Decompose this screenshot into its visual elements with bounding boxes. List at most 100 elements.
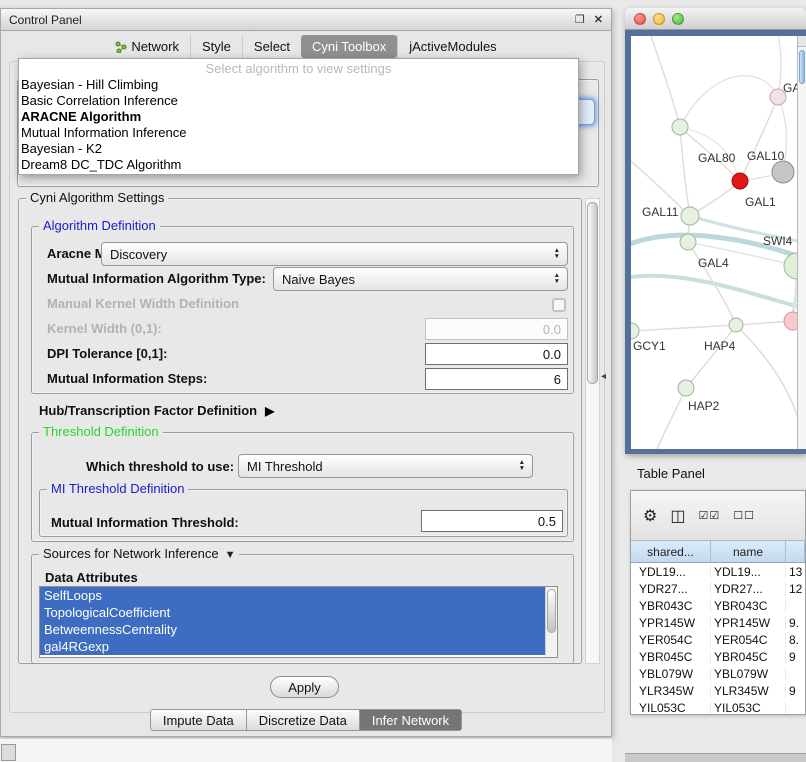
graph-node-label: GAL [783, 81, 797, 95]
graph-edge [631, 276, 797, 308]
close-button[interactable] [634, 13, 646, 25]
which-threshold-select[interactable]: MI Threshold ▲▼ [238, 454, 533, 478]
scrollbar-thumb[interactable] [799, 50, 805, 84]
network-graph[interactable]: GALGAL80GAL10GAL11GAL1SWI4GAL4GCY1HAP4HA… [631, 36, 797, 449]
deselect-all-icon[interactable]: ☐☐ [733, 509, 755, 522]
minimized-panel-icon[interactable] [1, 744, 16, 761]
columns-icon[interactable]: ◫ [670, 506, 685, 526]
combo-arrows-icon: ▲▼ [519, 460, 525, 472]
mi-algorithm-type-value: Naive Bayes [282, 272, 355, 287]
tab-discretize-data[interactable]: Discretize Data [247, 709, 360, 731]
table-row[interactable]: YLR345WYLR345W9 [631, 682, 805, 699]
table-row[interactable]: YBL079WYBL079W [631, 665, 805, 682]
table-body: YDL19...YDL19...13YDR27...YDR27...12YBR0… [631, 563, 805, 714]
graph-node[interactable] [672, 119, 688, 135]
graph-edge [655, 388, 686, 449]
mi-steps-field[interactable]: 6 [425, 368, 568, 390]
expand-down-icon[interactable]: ▼ [225, 549, 236, 561]
attribute-item[interactable]: TopologicalCoefficient [40, 604, 545, 621]
attribute-item[interactable]: BetweennessCentrality [40, 621, 545, 638]
graph-node[interactable] [681, 207, 699, 225]
column-header[interactable]: name [711, 541, 786, 562]
graph-edge [736, 325, 797, 421]
algorithm-option[interactable]: Mutual Information Inference [19, 125, 578, 141]
which-threshold-label: Which threshold to use: [86, 459, 234, 474]
settings-scrollbar[interactable] [585, 198, 600, 664]
which-threshold-value: MI Threshold [247, 459, 323, 474]
apply-button[interactable]: Apply [270, 676, 339, 698]
tab-style[interactable]: Style [190, 35, 242, 58]
aracne-mode-select[interactable]: Discovery ▲▼ [101, 242, 568, 266]
graph-node[interactable] [784, 312, 797, 330]
panel-collapse-icon[interactable]: ◂ [601, 371, 606, 382]
graph-node[interactable] [631, 323, 639, 339]
tab-cyni-toolbox[interactable]: Cyni Toolbox [301, 35, 397, 58]
graph-node[interactable] [772, 161, 794, 183]
graph-edge [680, 76, 778, 127]
data-attributes-list[interactable]: SelfLoopsTopologicalCoefficientBetweenne… [39, 586, 558, 658]
algorithm-placeholder-option[interactable]: Select algorithm to view settings [19, 61, 578, 77]
kernel-width-field[interactable]: 0.0 [425, 318, 568, 340]
table-row[interactable]: YBR045CYBR045C9 [631, 648, 805, 665]
mi-threshold-field[interactable]: 0.5 [421, 510, 563, 532]
graph-edge [631, 325, 736, 331]
mi-algorithm-type-select[interactable]: Naive Bayes ▲▼ [273, 267, 568, 291]
expand-right-icon[interactable]: ▶ [265, 404, 274, 418]
tab-label: Network [131, 39, 179, 54]
table-row[interactable]: YDR27...YDR27...12 [631, 580, 805, 597]
gear-icon[interactable]: ⚙ [643, 506, 657, 526]
scrollbar-thumb[interactable] [587, 202, 598, 384]
algorithm-option[interactable]: Bayesian - K2 [19, 141, 578, 157]
table-row[interactable]: YDL19...YDL19...13 [631, 563, 805, 580]
graph-edge [686, 325, 736, 388]
graph-node[interactable] [729, 318, 743, 332]
network-scrollbar[interactable] [797, 36, 806, 449]
network-window-titlebar[interactable] [625, 8, 806, 30]
scrollbar-button[interactable] [798, 36, 806, 47]
graph-node[interactable] [732, 173, 748, 189]
mi-threshold-definition-title: MI Threshold Definition [47, 481, 188, 496]
float-window-icon[interactable]: ❐ [575, 13, 585, 26]
network-view-window: GALGAL80GAL10GAL11GAL1SWI4GAL4GCY1HAP4HA… [625, 8, 806, 454]
select-all-icon[interactable]: ☑☑ [698, 509, 720, 522]
scrollbar-thumb[interactable] [547, 589, 556, 633]
graph-node[interactable] [784, 253, 797, 279]
graph-node[interactable] [680, 234, 696, 250]
algorithm-dropdown-list[interactable]: Select algorithm to view settings Bayesi… [18, 58, 579, 175]
tab-impute-data[interactable]: Impute Data [150, 709, 247, 731]
algorithm-option[interactable]: ARACNE Algorithm [19, 109, 578, 125]
graph-node-label: GCY1 [633, 339, 666, 353]
combo-arrows-icon: ▲▼ [554, 273, 560, 285]
attribute-item[interactable]: SelfLoops [40, 587, 545, 604]
tab-infer-network[interactable]: Infer Network [360, 709, 462, 731]
tab-jactivemodules[interactable]: jActiveModules [397, 35, 507, 58]
table-toolbar: ⚙ ◫ ☑☑ ☐☐ [631, 491, 805, 541]
manual-kernel-width-checkbox[interactable] [552, 298, 566, 312]
hub-definition-toggle[interactable]: Hub/Transcription Factor Definition ▶ [39, 403, 274, 418]
algorithm-option[interactable]: Dream8 DC_TDC Algorithm [19, 157, 578, 173]
algorithm-option[interactable]: Basic Correlation Inference [19, 93, 578, 109]
sources-group-title[interactable]: Sources for Network Inference▼ [39, 546, 239, 561]
list-scrollbar[interactable] [545, 587, 557, 657]
algorithm-option[interactable]: Bayesian - Hill Climbing [19, 77, 578, 93]
table-row[interactable]: YIL053CYIL053C [631, 699, 805, 714]
close-window-icon[interactable]: ✕ [594, 13, 603, 26]
zoom-button[interactable] [672, 13, 684, 25]
mi-threshold-label: Mutual Information Threshold: [51, 515, 239, 530]
control-panel-titlebar[interactable]: Control Panel ❐ ✕ [1, 9, 611, 31]
table-row[interactable]: YPR145WYPR145W9. [631, 614, 805, 631]
table-row[interactable]: YBR043CYBR043C [631, 597, 805, 614]
tab-select[interactable]: Select [242, 35, 301, 58]
control-panel-window: Control Panel ❐ ✕ Network Style Select C… [0, 8, 612, 737]
column-header[interactable]: shared... [631, 541, 711, 562]
graph-node-label: HAP4 [704, 339, 736, 353]
dpi-tolerance-field[interactable]: 0.0 [425, 343, 568, 365]
tab-network[interactable]: Network [104, 35, 190, 58]
attribute-item[interactable]: gal4RGexp [40, 638, 545, 655]
minimize-button[interactable] [653, 13, 665, 25]
graph-node-label: GAL1 [745, 195, 776, 209]
table-row[interactable]: YER054CYER054C8. [631, 631, 805, 648]
window-title: Control Panel [9, 13, 566, 27]
column-header[interactable] [786, 541, 805, 562]
graph-node[interactable] [678, 380, 694, 396]
